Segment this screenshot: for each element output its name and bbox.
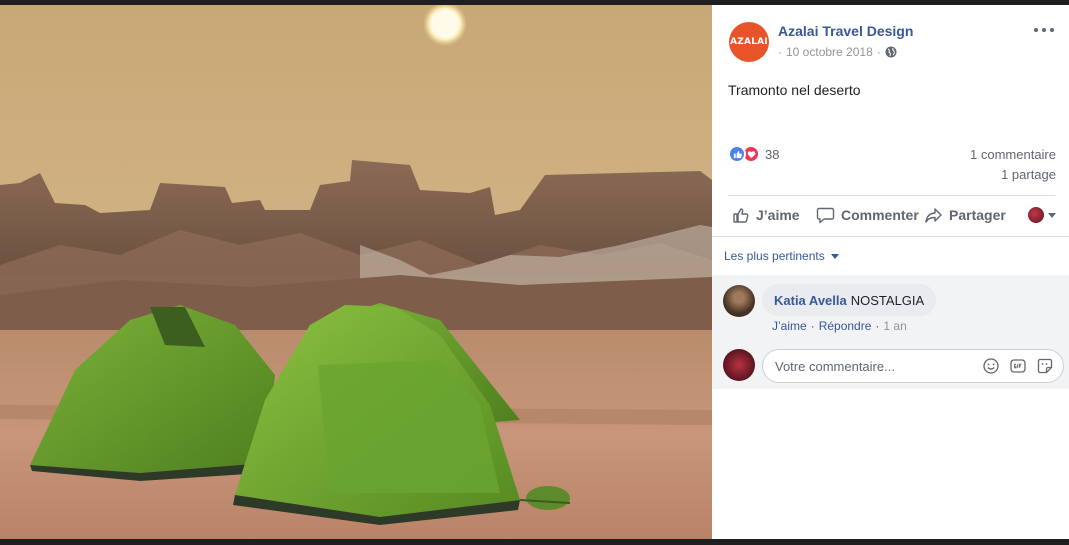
thumbs-up-icon [733,208,749,223]
meta-separator: · [778,45,782,59]
comment-author-link[interactable]: Katia Avella [774,293,847,308]
comment-button[interactable]: Commenter [816,203,919,227]
comments-section: Katia Avella NOSTALGIA J’aime · Répondre… [712,275,1069,389]
post-meta: · 10 octobre 2018 · [778,45,897,59]
page-logo: AZALAI [730,37,768,47]
desert-tents-photo [0,5,712,539]
comment-reply-link[interactable]: Répondre [819,319,872,333]
viewer-avatar [1028,207,1044,223]
composer-tools [983,358,1053,374]
sort-label: Les plus pertinents [724,249,825,263]
divider [712,236,1069,237]
like-reaction-icon [728,145,746,163]
dot-icon [1034,28,1038,32]
page-name-link[interactable]: Azalai Travel Design [778,23,913,39]
comment-time[interactable]: 1 an [883,319,906,333]
like-label: J’aime [756,207,800,223]
like-button[interactable]: J’aime [732,203,800,227]
post-photo[interactable] [0,5,712,539]
comment-actions: J’aime · Répondre · 1 an [772,319,907,333]
reaction-count: 38 [765,146,780,162]
page-avatar[interactable]: AZALAI [729,22,769,62]
comment-composer[interactable] [762,349,1064,383]
comment-input[interactable] [775,358,975,374]
post-viewer: AZALAI Azalai Travel Design · 10 octobre… [0,0,1069,545]
globe-icon[interactable] [885,46,897,58]
divider [728,195,1055,196]
chevron-down-icon [830,253,839,259]
post-details-panel: AZALAI Azalai Travel Design · 10 octobre… [712,5,1069,539]
bottom-edge [0,539,1069,545]
comment-label: Commenter [841,207,919,223]
sticker-icon[interactable] [1037,358,1053,374]
link-separator: · [810,319,815,333]
comment-like-link[interactable]: J’aime [772,319,807,333]
share-button[interactable]: Partager [924,203,1006,227]
more-options-button[interactable] [1034,23,1054,37]
share-label: Partager [949,207,1006,223]
post-text: Tramonto nel deserto [728,82,861,98]
comment-sort-dropdown[interactable]: Les plus pertinents [724,249,839,263]
meta-separator-2: · [876,45,881,59]
composer-avatar [723,349,755,381]
shares-count-link[interactable]: 1 partage [1001,167,1056,182]
share-arrow-icon [925,208,942,223]
emoji-icon[interactable] [983,358,999,374]
dot-icon [1042,28,1046,32]
chevron-down-icon [1048,212,1056,218]
comment-text: NOSTALGIA [850,292,925,308]
comment-bubble: Katia Avella NOSTALGIA [762,284,937,316]
post-date[interactable]: 10 octobre 2018 [786,45,873,59]
comment-bubble-icon [816,207,835,224]
commenter-avatar[interactable] [723,285,755,317]
comments-count-link[interactable]: 1 commentaire [970,147,1056,162]
gif-icon[interactable] [1010,358,1026,374]
link-separator: · [875,319,880,333]
reactions-summary[interactable]: 38 [728,145,779,163]
dot-icon [1050,28,1054,32]
post-as-selector[interactable] [1028,207,1056,223]
